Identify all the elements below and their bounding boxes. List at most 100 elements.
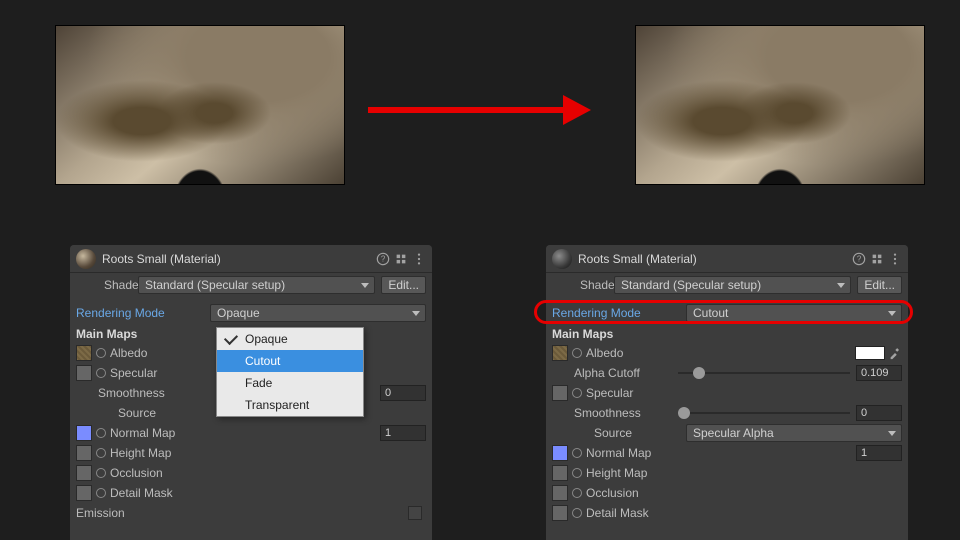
source-label: Source [76,406,210,420]
link-icon[interactable] [572,488,582,498]
inspector-panel-right: Roots Small (Material) ? Shader Standard… [546,245,908,540]
option-fade[interactable]: Fade [217,372,363,394]
albedo-label: Albedo [110,346,147,360]
shader-dropdown[interactable]: Standard (Specular setup) [614,276,851,294]
shader-row: Shader Standard (Specular setup) Edit... [70,273,432,297]
height-row: Height Map [546,463,908,483]
shader-row: Shader Standard (Specular setup) Edit... [546,273,908,297]
alpha-cutoff-slider[interactable] [678,365,850,381]
scene-view-after [635,25,925,185]
eyedropper-icon[interactable] [888,346,902,360]
albedo-texture-slot[interactable] [552,345,568,361]
alpha-cutoff-field[interactable] [856,365,902,381]
link-icon[interactable] [572,468,582,478]
smoothness-label: Smoothness [552,406,672,420]
option-opaque[interactable]: Opaque [217,328,363,350]
height-label: Height Map [110,446,171,460]
link-icon[interactable] [96,428,106,438]
normal-row: Normal Map [70,423,432,443]
occlusion-row: Occlusion [70,463,432,483]
height-texture-slot[interactable] [552,465,568,481]
rendering-mode-row: Rendering Mode Cutout [546,303,908,323]
normal-texture-slot[interactable] [552,445,568,461]
albedo-color-swatch[interactable] [855,346,885,360]
albedo-texture-slot[interactable] [76,345,92,361]
panel-header: Roots Small (Material) ? [70,245,432,273]
smoothness-field[interactable] [380,385,426,401]
help-icon[interactable]: ? [376,252,390,266]
specular-texture-slot[interactable] [76,365,92,381]
link-icon[interactable] [572,348,582,358]
scene-view-before [55,25,345,185]
occlusion-texture-slot[interactable] [552,485,568,501]
detailmask-label: Detail Mask [586,506,649,520]
emission-row: Emission [70,503,432,523]
height-label: Height Map [586,466,647,480]
rendering-mode-options: Opaque Cutout Fade Transparent [216,327,364,417]
normal-texture-slot[interactable] [76,425,92,441]
normal-strength-field[interactable] [380,425,426,441]
source-dropdown[interactable]: Specular Alpha [686,424,902,442]
inspector-panel-left: Roots Small (Material) ? Shader Standard… [70,245,432,540]
material-preview-icon [76,249,96,269]
main-maps-header: Main Maps [546,323,908,343]
svg-text:?: ? [857,254,862,263]
help-icon[interactable]: ? [852,252,866,266]
menu-icon[interactable] [412,252,426,266]
detailmask-texture-slot[interactable] [552,505,568,521]
option-transparent[interactable]: Transparent [217,394,363,416]
link-icon[interactable] [572,388,582,398]
alpha-cutoff-row: Alpha Cutoff [546,363,908,383]
detailmask-label: Detail Mask [110,486,173,500]
occlusion-label: Occlusion [110,466,163,480]
material-title: Roots Small (Material) [578,252,848,266]
link-icon[interactable] [572,448,582,458]
shader-dropdown[interactable]: Standard (Specular setup) [138,276,375,294]
rendering-mode-label: Rendering Mode [76,306,210,320]
svg-text:?: ? [381,254,386,263]
edit-shader-button[interactable]: Edit... [857,276,902,294]
edit-shader-button[interactable]: Edit... [381,276,426,294]
panel-header: Roots Small (Material) ? [546,245,908,273]
rendering-mode-dropdown[interactable]: Cutout [686,304,902,322]
comparison-arrow [368,95,593,125]
normal-label: Normal Map [586,446,651,460]
smoothness-field[interactable] [856,405,902,421]
specular-texture-slot[interactable] [552,385,568,401]
material-preview-icon [552,249,572,269]
normal-label: Normal Map [110,426,175,440]
emission-checkbox[interactable] [408,506,422,520]
rendering-mode-dropdown[interactable]: Opaque [210,304,426,322]
preset-icon[interactable] [870,252,884,266]
specular-label: Specular [586,386,633,400]
link-icon[interactable] [96,368,106,378]
height-texture-slot[interactable] [76,445,92,461]
emission-label: Emission [76,506,125,520]
smoothness-label: Smoothness [76,386,210,400]
normal-row: Normal Map [546,443,908,463]
detailmask-row: Detail Mask [546,503,908,523]
shader-label: Shader [552,278,614,292]
albedo-label: Albedo [586,346,623,360]
detailmask-row: Detail Mask [70,483,432,503]
albedo-color-field[interactable] [855,345,902,361]
link-icon[interactable] [96,488,106,498]
smoothness-slider[interactable] [678,405,850,421]
link-icon[interactable] [572,508,582,518]
height-row: Height Map [70,443,432,463]
shader-label: Shader [76,278,138,292]
specular-row: Specular [546,383,908,403]
rendering-mode-label: Rendering Mode [552,306,686,320]
occlusion-label: Occlusion [586,486,639,500]
link-icon[interactable] [96,348,106,358]
option-cutout[interactable]: Cutout [217,350,363,372]
rendering-mode-row: Rendering Mode Opaque [70,303,432,323]
occlusion-texture-slot[interactable] [76,465,92,481]
link-icon[interactable] [96,448,106,458]
link-icon[interactable] [96,468,106,478]
detailmask-texture-slot[interactable] [76,485,92,501]
smoothness-row: Smoothness [546,403,908,423]
menu-icon[interactable] [888,252,902,266]
normal-strength-field[interactable] [856,445,902,461]
preset-icon[interactable] [394,252,408,266]
